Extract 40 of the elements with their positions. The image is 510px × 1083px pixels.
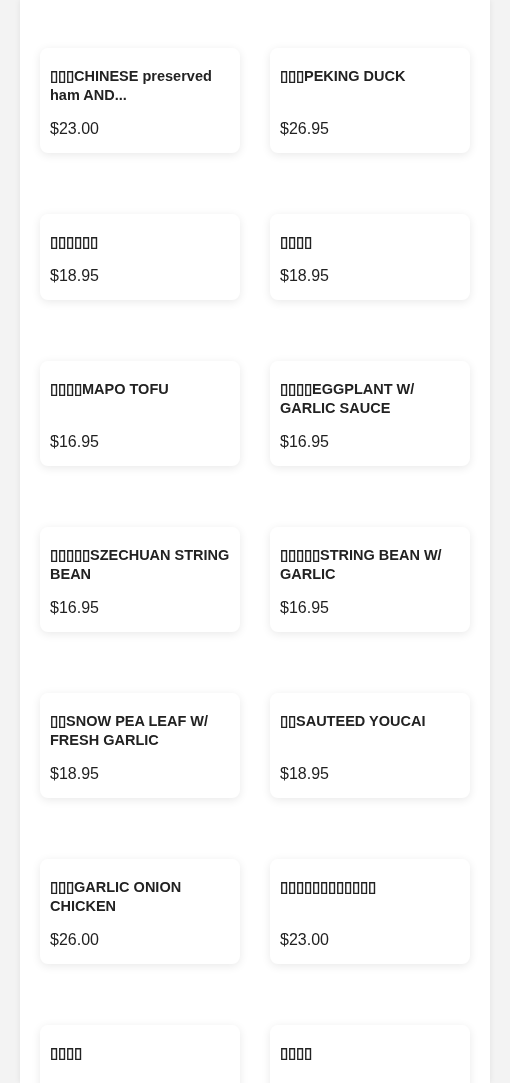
item-name: ▯▯SAUTEED YOUCAI [280,712,427,731]
menu-item-card[interactable]: ▯▯▯GARLIC ONION CHICKEN $26.00 [40,859,240,964]
item-price: $18.95 [280,764,330,784]
item-name: ▯▯▯GARLIC ONION CHICKEN [50,878,183,916]
item-price: $18.95 [50,764,100,784]
menu-item-card[interactable]: ▯▯▯▯▯▯▯▯▯▯▯▯ $23.00 [270,859,470,964]
item-price: $26.95 [280,119,330,139]
menu-item-card[interactable]: ▯▯▯▯▯STRING BEAN W/ GARLIC $16.95 [270,527,470,632]
menu-item-card[interactable]: ▯▯SNOW PEA LEAF W/ FRESH GARLIC $18.95 [40,693,240,798]
menu-item-card[interactable]: ▯▯▯▯ [270,1025,470,1083]
menu-item-card[interactable]: ▯▯▯▯MAPO TOFU $16.95 [40,361,240,466]
item-price: $16.95 [280,432,330,452]
menu-item-card[interactable]: ▯▯▯▯ $18.95 [270,214,470,300]
item-name: ▯▯▯▯▯▯▯▯▯▯▯▯ [280,878,377,897]
menu-item-card[interactable]: ▯▯▯▯EGGPLANT W/ GARLIC SAUCE $16.95 [270,361,470,466]
item-price: $23.00 [280,930,330,950]
item-name: ▯▯▯CHINESE preserved ham AND... [50,67,213,105]
item-name: ▯▯▯▯MAPO TOFU [50,380,170,399]
menu-item-card[interactable]: ▯▯SAUTEED YOUCAI $18.95 [270,693,470,798]
menu-item-card[interactable]: ▯▯▯PEKING DUCK $26.95 [270,48,470,153]
menu-item-card[interactable]: ▯▯▯▯ [40,1025,240,1083]
menu-item-card[interactable]: ▯▯▯CHINESE preserved ham AND... $23.00 [40,48,240,153]
item-name: ▯▯▯▯ [280,1044,313,1063]
item-name: ▯▯SNOW PEA LEAF W/ FRESH GARLIC [50,712,210,750]
item-name: ▯▯▯▯▯▯ [50,233,99,252]
menu-item-card[interactable]: ▯▯▯▯▯SZECHUAN STRING BEAN $16.95 [40,527,240,632]
item-name: ▯▯▯▯ [50,1044,83,1063]
item-price: $18.95 [50,266,100,286]
item-price: $16.95 [280,598,330,618]
item-name: ▯▯▯▯ [280,233,313,252]
item-price: $16.95 [50,432,100,452]
item-price: $16.95 [50,598,100,618]
item-price: $26.00 [50,930,100,950]
item-name: ▯▯▯PEKING DUCK [280,67,407,86]
item-name: ▯▯▯▯▯STRING BEAN W/ GARLIC [280,546,443,584]
item-price: $18.95 [280,266,330,286]
item-name: ▯▯▯▯EGGPLANT W/ GARLIC SAUCE [280,380,416,418]
menu-item-card[interactable]: ▯▯▯▯▯▯ $18.95 [40,214,240,300]
item-price: $23.00 [50,119,100,139]
item-name: ▯▯▯▯▯SZECHUAN STRING BEAN [50,546,230,584]
